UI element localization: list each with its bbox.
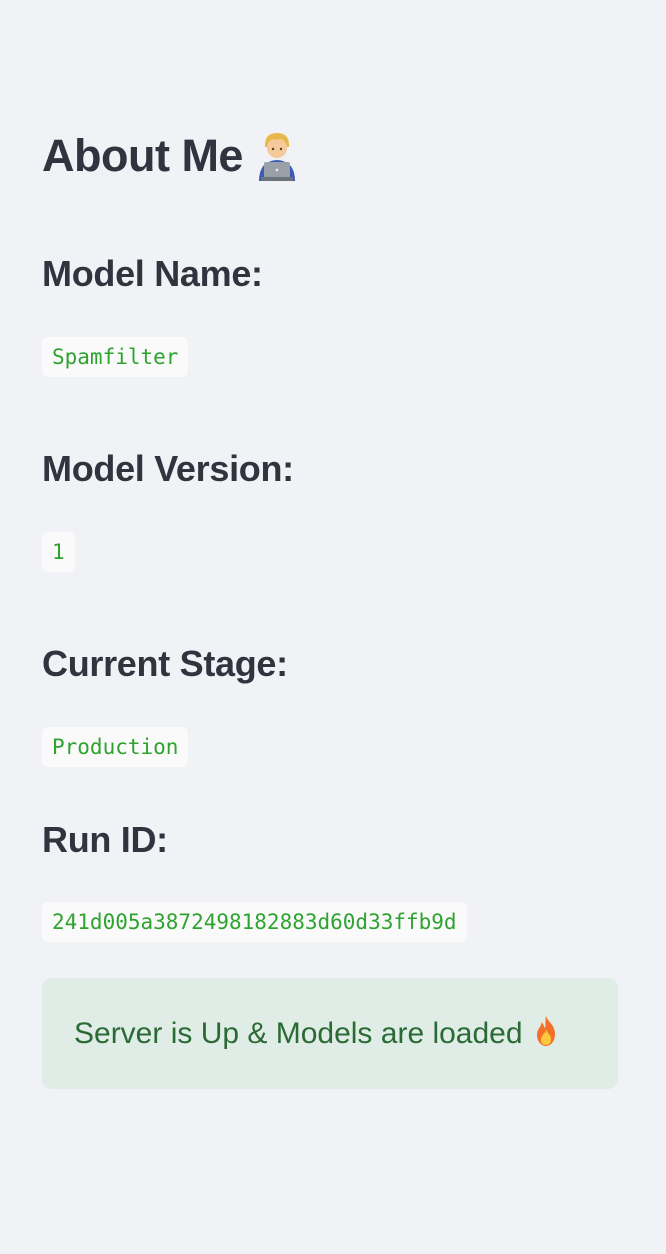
status-alert: Server is Up & Models are loaded — [42, 978, 618, 1089]
run-id-label: Run ID: — [42, 819, 168, 860]
status-message-text: Server is Up & Models are loaded — [74, 1016, 523, 1050]
fire-icon — [533, 1015, 559, 1047]
technologist-icon — [255, 131, 299, 181]
model-name-label: Model Name: — [42, 253, 263, 294]
page-title-row: About Me — [42, 128, 299, 184]
model-version-value: 1 — [42, 532, 75, 572]
run-id-value: 241d005a3872498182883d60d33ffb9d — [42, 902, 467, 942]
main-content: About Me Model Name: Spamfilter Model Ve… — [0, 0, 666, 1254]
current-stage-label: Current Stage: — [42, 643, 288, 684]
current-stage-value: Production — [42, 727, 189, 767]
model-version-label: Model Version: — [42, 448, 294, 489]
status-message: Server is Up & Models are loaded — [74, 1014, 559, 1054]
model-name-value: Spamfilter — [42, 337, 189, 377]
page-title: About Me — [42, 130, 243, 181]
